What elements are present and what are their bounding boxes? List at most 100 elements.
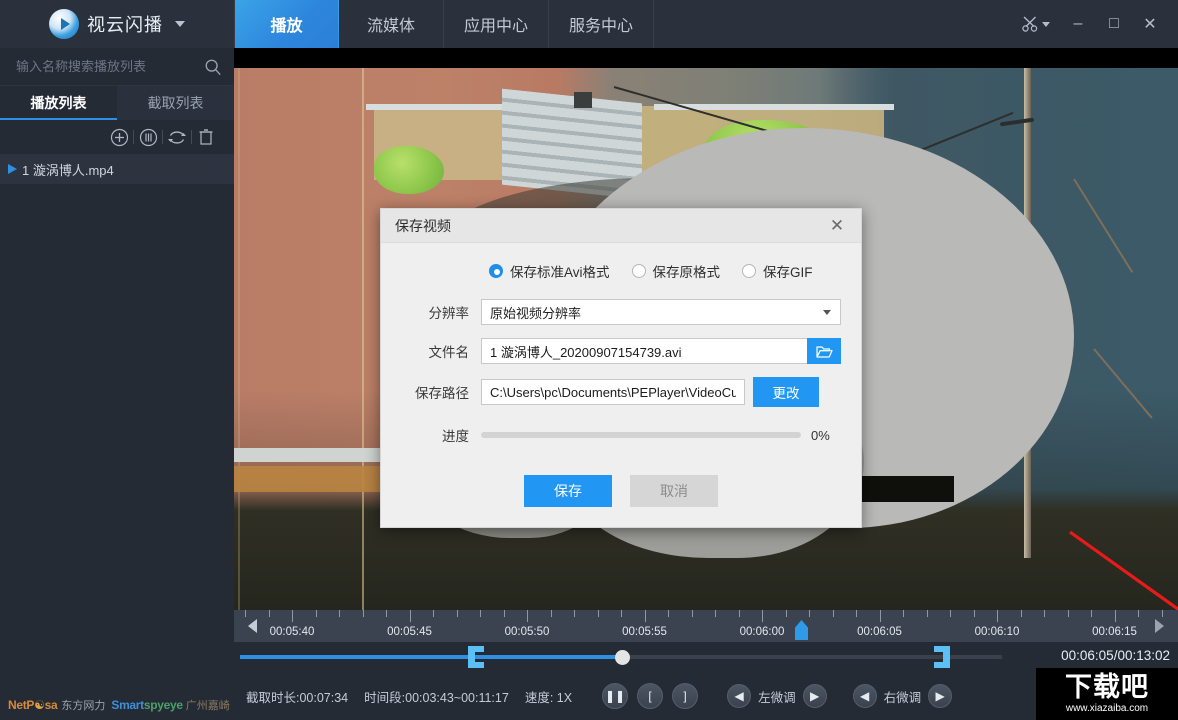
title-bar: 视云闪播 播放 流媒体 应用中心 服务中心 – □ ✕ — [0, 0, 1178, 48]
filename-row: 文件名 — [401, 338, 841, 364]
ruler-tick-minor — [363, 610, 364, 617]
right-tune-next-icon[interactable]: ▶ — [928, 684, 952, 708]
save-button[interactable]: 保存 — [524, 475, 612, 507]
radio-save-avi[interactable]: 保存标准Avi格式 — [489, 261, 610, 281]
window-controls: – □ ✕ — [1021, 0, 1178, 48]
timeline-ruler[interactable]: 00:05:4000:05:4500:05:5000:05:5500:06:00… — [234, 610, 1178, 642]
triangle-left-icon[interactable] — [248, 619, 257, 633]
ruler-tick-minor — [1138, 610, 1139, 617]
ruler-tick-minor — [1091, 610, 1092, 617]
right-tune-prev-icon[interactable]: ◀ — [853, 684, 877, 708]
playhead-marker[interactable] — [795, 620, 808, 640]
sort-icon[interactable] — [134, 126, 162, 148]
chevron-down-icon[interactable] — [1042, 22, 1050, 27]
save-video-dialog: 保存视频 ✕ 保存标准Avi格式 保存原格式 保存GIF 分辨率 — [380, 208, 862, 528]
resolution-select[interactable]: 原始视频分辨率 — [481, 299, 841, 325]
playlist-actions — [0, 120, 234, 154]
company-cn-label: 广州嘉崎 — [186, 697, 230, 713]
ruler-tick-major — [645, 610, 646, 622]
folder-open-icon — [816, 344, 833, 359]
brand-name: 视云闪播 — [87, 11, 163, 37]
right-tune-group: ◀ 右微调 ▶ — [853, 684, 959, 708]
browse-folder-button[interactable] — [807, 338, 841, 364]
ruler-tick-minor — [950, 610, 951, 617]
tab-cliplist[interactable]: 截取列表 — [117, 86, 234, 120]
app-window: 视云闪播 播放 流媒体 应用中心 服务中心 – □ ✕ — [0, 0, 1178, 720]
ruler-tick-minor — [809, 610, 810, 617]
delete-icon[interactable] — [192, 126, 220, 148]
playlist-tabs: 播放列表 截取列表 — [0, 86, 234, 120]
tab-app-center[interactable]: 应用中心 — [444, 0, 549, 48]
pause-button[interactable]: ❚❚ — [602, 683, 628, 709]
radio-dot-icon — [742, 264, 756, 278]
clip-duration-label: 截取时长:00:07:34 — [246, 687, 348, 706]
loop-icon[interactable] — [163, 126, 191, 148]
site-watermark: 下载吧 www.xiazaiba.com — [1036, 668, 1178, 720]
left-tune-prev-icon[interactable]: ◀ — [727, 684, 751, 708]
ruler-tick-minor — [551, 610, 552, 617]
add-icon[interactable] — [105, 126, 133, 148]
ruler-tick-minor — [903, 610, 904, 617]
ruler-tick-label: 00:06:10 — [975, 626, 1020, 638]
left-tune-group: ◀ 左微调 ▶ — [727, 684, 833, 708]
app-brand[interactable]: 视云闪播 — [0, 0, 234, 48]
ruler-tick-label: 00:06:00 — [740, 626, 785, 638]
change-path-button[interactable]: 更改 — [753, 377, 819, 407]
ruler-tick-major — [1115, 610, 1116, 622]
scrub-knob[interactable] — [615, 650, 630, 665]
ruler-tick-minor — [621, 610, 622, 617]
tab-streaming[interactable]: 流媒体 — [339, 0, 444, 48]
scissors-menu[interactable] — [1021, 15, 1050, 33]
progress-bar — [481, 432, 801, 438]
tab-service-center[interactable]: 服务中心 — [549, 0, 654, 48]
dialog-title: 保存视频 — [395, 216, 451, 236]
ruler-tick-label: 00:05:50 — [505, 626, 550, 638]
filename-label: 文件名 — [401, 341, 481, 361]
left-tune-next-icon[interactable]: ▶ — [803, 684, 827, 708]
ruler-tick-minor — [269, 610, 270, 617]
ruler-tick-label: 00:05:55 — [622, 626, 667, 638]
ruler-tick-minor — [339, 610, 340, 617]
list-item[interactable]: 1 漩涡博人.mp4 — [0, 154, 234, 184]
radio-save-original[interactable]: 保存原格式 — [632, 261, 721, 281]
left-tune-label: 左微调 — [758, 687, 796, 706]
footer-brand: NetP☯sa 东方网力 Smartspyeye 广州嘉崎 — [0, 690, 234, 720]
resolution-row: 分辨率 原始视频分辨率 — [401, 299, 841, 325]
tab-playlist[interactable]: 播放列表 — [0, 86, 117, 120]
progress-label: 进度 — [401, 425, 481, 445]
close-icon[interactable]: ✕ — [823, 212, 851, 240]
ruler-tick-label: 00:05:40 — [270, 626, 315, 638]
mark-out-button[interactable]: ] — [672, 683, 698, 709]
radio-save-gif[interactable]: 保存GIF — [742, 261, 813, 281]
speed-label: 速度: 1X — [525, 687, 572, 706]
play-circle-logo-icon — [49, 9, 79, 39]
filename-input[interactable] — [481, 338, 807, 364]
search-input[interactable] — [16, 59, 204, 74]
ruler-tick-minor — [574, 610, 575, 617]
ruler-tick-minor — [316, 610, 317, 617]
cancel-button[interactable]: 取消 — [630, 475, 718, 507]
minimize-button[interactable]: – — [1060, 0, 1096, 48]
tab-playback[interactable]: 播放 — [234, 0, 339, 48]
ruler-tick-major — [997, 610, 998, 622]
radio-dot-icon — [489, 264, 503, 278]
smart-logo-text: Smart — [111, 698, 144, 712]
close-button[interactable]: ✕ — [1132, 0, 1168, 48]
ruler-tick-minor — [739, 610, 740, 617]
savepath-input[interactable] — [481, 379, 745, 405]
triangle-right-icon[interactable] — [1155, 619, 1164, 633]
format-radio-group: 保存标准Avi格式 保存原格式 保存GIF — [401, 261, 841, 281]
maximize-button[interactable]: □ — [1096, 0, 1132, 48]
dialog-body: 保存标准Avi格式 保存原格式 保存GIF 分辨率 原始视频分辨率 — [381, 243, 861, 507]
ruler-tick-minor — [1162, 610, 1163, 617]
ruler-tick-major — [527, 610, 528, 622]
ruler-tick-minor — [480, 610, 481, 617]
ruler-tick-label: 00:06:05 — [857, 626, 902, 638]
mark-in-button[interactable]: [ — [637, 683, 663, 709]
ruler-tick-minor — [433, 610, 434, 617]
ruler-tick-major — [292, 610, 293, 622]
ruler-tick-minor — [1044, 610, 1045, 617]
main-nav-tabs: 播放 流媒体 应用中心 服务中心 — [234, 0, 654, 48]
search-icon[interactable] — [204, 58, 222, 76]
chevron-down-icon[interactable] — [175, 21, 185, 27]
